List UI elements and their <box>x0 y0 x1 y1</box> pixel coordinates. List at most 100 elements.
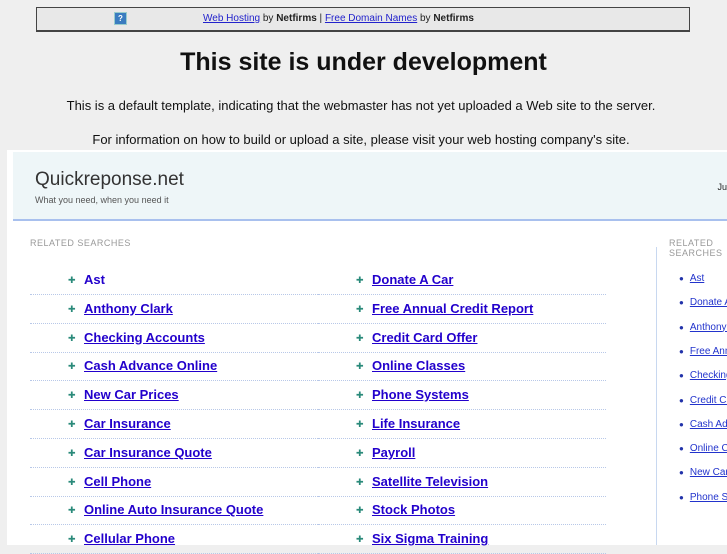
arrow-icon: ✚ <box>68 303 76 314</box>
sidebar-label: RELATED SEARCHES <box>669 238 723 258</box>
bullet-icon: ● <box>679 346 684 356</box>
sidebar-link[interactable]: Online Classes <box>690 443 727 454</box>
free-domain-link[interactable]: Free Domain Names <box>325 13 417 24</box>
arrow-icon: ✚ <box>68 419 76 429</box>
list-item: ✚ Phone Systems <box>318 381 606 411</box>
sidebar-link[interactable]: Ast <box>690 273 704 284</box>
list-item: ✚ Credit Card Offer <box>318 324 606 353</box>
sidebar-item: ● Donate A Car <box>679 297 727 308</box>
site-name[interactable]: Quickreponse.net <box>35 169 184 191</box>
brand: Netfirms <box>276 13 317 24</box>
arrow-icon: ✚ <box>356 505 364 516</box>
search-link[interactable]: Ast <box>84 272 105 287</box>
bullet-icon: ● <box>679 492 684 502</box>
parked-page: Quickreponse.net What you need, when you… <box>7 150 727 554</box>
arrow-icon: ✚ <box>356 332 364 343</box>
list-item: ✚ Ast <box>30 266 318 295</box>
arrow-icon: ✚ <box>356 361 364 372</box>
brand: Netfirms <box>433 13 474 24</box>
arrow-icon: ✚ <box>68 361 76 372</box>
header-right-text: Ju <box>717 182 727 192</box>
arrow-icon: ✚ <box>68 476 76 487</box>
search-link[interactable]: Cellular Phone <box>84 531 175 546</box>
bullet-icon: ● <box>679 371 684 381</box>
arrow-icon: ✚ <box>68 332 76 343</box>
sidebar-item: ● Anthony Clark <box>679 322 727 333</box>
search-link[interactable]: Car Insurance <box>84 416 171 431</box>
search-link[interactable]: Life Insurance <box>372 416 460 431</box>
list-item: ✚ Stock Photos <box>318 496 606 526</box>
sidebar-item: ● Free Annual Credit Report <box>679 346 727 357</box>
by-text: by <box>417 13 434 24</box>
list-item: ✚ Satellite Television <box>318 468 606 497</box>
arrow-icon: ✚ <box>356 275 364 285</box>
search-link[interactable]: Stock Photos <box>372 502 455 517</box>
sidebar-link[interactable]: Donate A Car <box>690 297 727 308</box>
list-item: ✚ Online Auto Insurance Quote <box>30 496 318 526</box>
list-item: ✚ Online Classes <box>318 352 606 382</box>
arrow-icon: ✚ <box>68 505 76 516</box>
arrow-icon: ✚ <box>356 476 364 487</box>
list-item: ✚ Anthony Clark <box>30 295 318 324</box>
search-link[interactable]: Free Annual Credit Report <box>372 301 533 316</box>
sidebar-item: ● Checking Accounts <box>679 370 727 381</box>
message-1: This is a default template, indicating t… <box>66 98 656 113</box>
sidebar-link[interactable]: Anthony Clark <box>690 322 727 333</box>
list-item: ✚ Life Insurance <box>318 410 606 439</box>
search-link[interactable]: Credit Card Offer <box>372 330 477 345</box>
sidebar-link[interactable]: Phone Systems <box>690 492 727 503</box>
list-item: ✚ Checking Accounts <box>30 324 318 353</box>
bullet-icon: ● <box>679 298 684 308</box>
bullet-icon: ● <box>679 274 684 283</box>
sidebar-link[interactable]: New Car Prices <box>690 467 727 478</box>
bullet-icon: ● <box>679 419 684 429</box>
search-link[interactable]: Donate A Car <box>372 272 453 287</box>
list-item: ✚ Six Sigma Training <box>318 525 606 554</box>
list-item: ✚ Car Insurance Quote <box>30 439 318 468</box>
sidebar-item: ● Phone Systems <box>679 492 727 503</box>
sidebar-item: ● Credit Card Offer <box>679 395 727 406</box>
related-searches-label: RELATED SEARCHES <box>30 238 131 248</box>
search-link[interactable]: Cell Phone <box>84 474 151 489</box>
list-item: ✚ Cell Phone <box>30 468 318 497</box>
arrow-icon: ✚ <box>68 275 76 285</box>
help-icon[interactable]: ? <box>114 12 127 25</box>
search-link[interactable]: Checking Accounts <box>84 330 205 345</box>
page-title: This site is under development <box>180 48 547 76</box>
search-link[interactable]: Online Auto Insurance Quote <box>84 502 263 517</box>
sidebar-link[interactable]: Free Annual Credit Report <box>690 346 727 357</box>
search-link[interactable]: Anthony Clark <box>84 301 173 316</box>
sidebar-item: ● New Car Prices <box>679 467 727 478</box>
list-item: ✚ New Car Prices <box>30 381 318 411</box>
arrow-icon: ✚ <box>356 534 364 545</box>
arrow-icon: ✚ <box>68 534 76 545</box>
list-item: ✚ Donate A Car <box>318 266 606 295</box>
list-item: ✚ Free Annual Credit Report <box>318 295 606 324</box>
bullet-icon: ● <box>679 395 684 405</box>
search-link[interactable]: Cash Advance Online <box>84 358 217 373</box>
bullet-icon: ● <box>679 322 684 332</box>
sidebar-link[interactable]: Cash Advance Online <box>690 419 727 430</box>
search-link[interactable]: Phone Systems <box>372 387 469 402</box>
arrow-icon: ✚ <box>68 390 76 401</box>
arrow-icon: ✚ <box>68 447 76 458</box>
list-item: ✚ Cellular Phone <box>30 525 318 554</box>
sidebar-link[interactable]: Credit Card Offer <box>690 395 727 406</box>
bullet-icon: ● <box>679 468 684 478</box>
list-item: ✚ Cash Advance Online <box>30 352 318 382</box>
site-header: Quickreponse.net What you need, when you… <box>13 152 727 221</box>
search-link[interactable]: Online Classes <box>372 358 465 373</box>
search-link[interactable]: Car Insurance Quote <box>84 445 212 460</box>
web-hosting-link[interactable]: Web Hosting <box>203 13 260 24</box>
arrow-icon: ✚ <box>356 390 364 401</box>
search-link[interactable]: Six Sigma Training <box>372 531 488 546</box>
arrow-icon: ✚ <box>356 419 364 429</box>
message-2: For information on how to build or uploa… <box>92 132 630 147</box>
search-link[interactable]: Payroll <box>372 445 415 460</box>
sidebar-item: ● Online Classes <box>679 443 727 454</box>
search-link[interactable]: Satellite Television <box>372 474 488 489</box>
sidebar-link[interactable]: Checking Accounts <box>690 370 727 381</box>
sidebar-item: ● Ast <box>679 273 727 284</box>
list-item: ✚ Payroll <box>318 439 606 468</box>
search-link[interactable]: New Car Prices <box>84 387 179 402</box>
